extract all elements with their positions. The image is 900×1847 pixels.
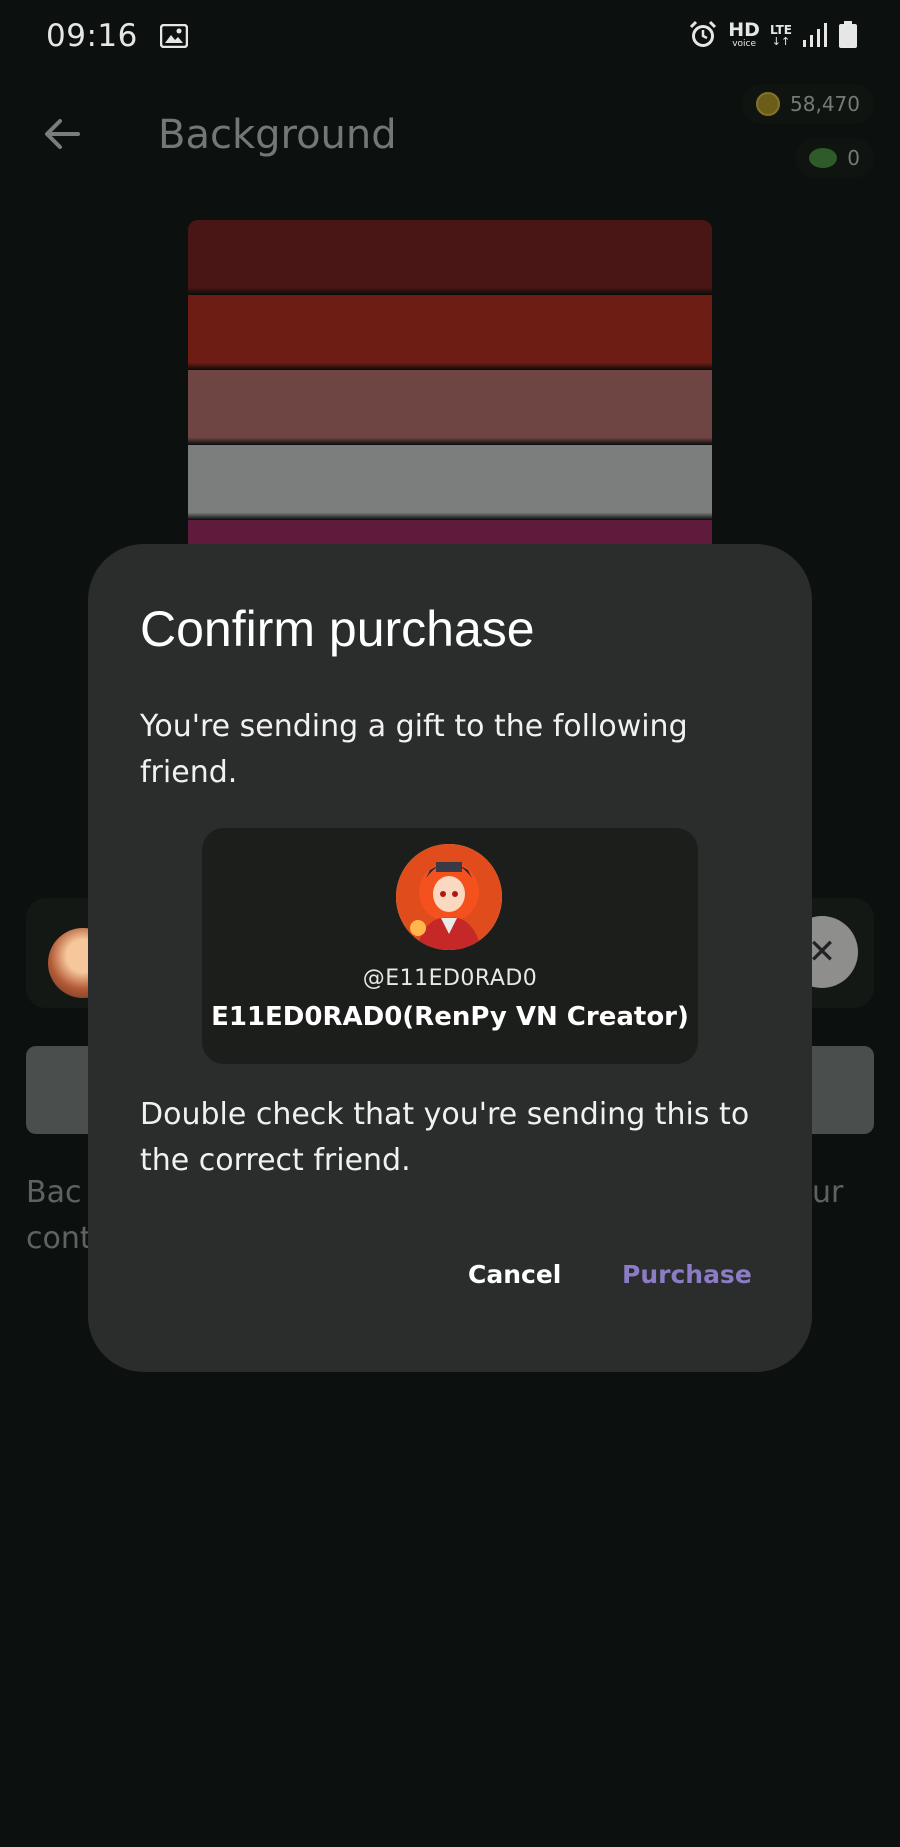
- gem-count: 0: [847, 146, 860, 170]
- preview-stripe: [188, 445, 712, 520]
- status-icons: HD voice LTE ↓↑: [688, 20, 858, 50]
- coin-icon: [756, 92, 781, 116]
- status-bar: 09:16 HD voice LTE ↓↑: [0, 0, 900, 72]
- avatar-image: [396, 844, 502, 950]
- friend-card: @E11ED0RAD0 E11ED0RAD0(RenPy VN Creator): [202, 828, 698, 1064]
- description-right-line1: ur: [812, 1175, 844, 1210]
- description-left-line1: Bac: [26, 1175, 82, 1210]
- dialog-intro: You're sending a gift to the following f…: [140, 709, 688, 790]
- confirm-purchase-dialog: Confirm purchase You're sending a gift t…: [88, 544, 812, 1372]
- lte-label: LTE: [769, 22, 792, 37]
- gem-icon: [809, 148, 838, 168]
- signal-icon: [803, 23, 827, 47]
- gallery-icon: [159, 24, 188, 48]
- description-left-line2: cont: [26, 1221, 92, 1256]
- hd-label: HD: [728, 19, 760, 42]
- dialog-warning: Double check that you're sending this to…: [140, 1097, 750, 1178]
- dialog-title: Confirm purchase: [140, 601, 535, 657]
- preview-stripe: [188, 220, 712, 295]
- status-time: 09:16: [46, 18, 138, 54]
- battery-icon: [839, 21, 857, 48]
- description-right: ur: [812, 1170, 843, 1216]
- coin-balance[interactable]: 58,470: [742, 84, 874, 124]
- preview-stripe: [188, 370, 712, 445]
- dialog-actions: Cancel Purchase: [88, 1260, 812, 1300]
- coin-count: 58,470: [790, 92, 860, 116]
- friend-name: E11ED0RAD0(RenPy VN Creator): [211, 1002, 689, 1032]
- gem-balance[interactable]: 0: [795, 138, 874, 178]
- background-preview: [188, 220, 712, 560]
- purchase-button[interactable]: Purchase: [622, 1260, 752, 1289]
- lte-arrows: ↓↑: [771, 34, 791, 48]
- preview-stripe: [188, 295, 712, 370]
- alarm-icon: [690, 20, 717, 47]
- cancel-button[interactable]: Cancel: [468, 1260, 561, 1289]
- friend-handle: @E11ED0RAD0: [362, 966, 538, 991]
- lte-icon: LTE ↓↑: [770, 24, 792, 47]
- description-left: Bac cont: [26, 1170, 92, 1262]
- avatar: [396, 844, 502, 950]
- back-arrow-icon[interactable]: [42, 114, 82, 154]
- hd-voice-icon: HD voice: [728, 19, 760, 49]
- voice-label: voice: [732, 38, 757, 49]
- page-title: Background: [158, 112, 397, 158]
